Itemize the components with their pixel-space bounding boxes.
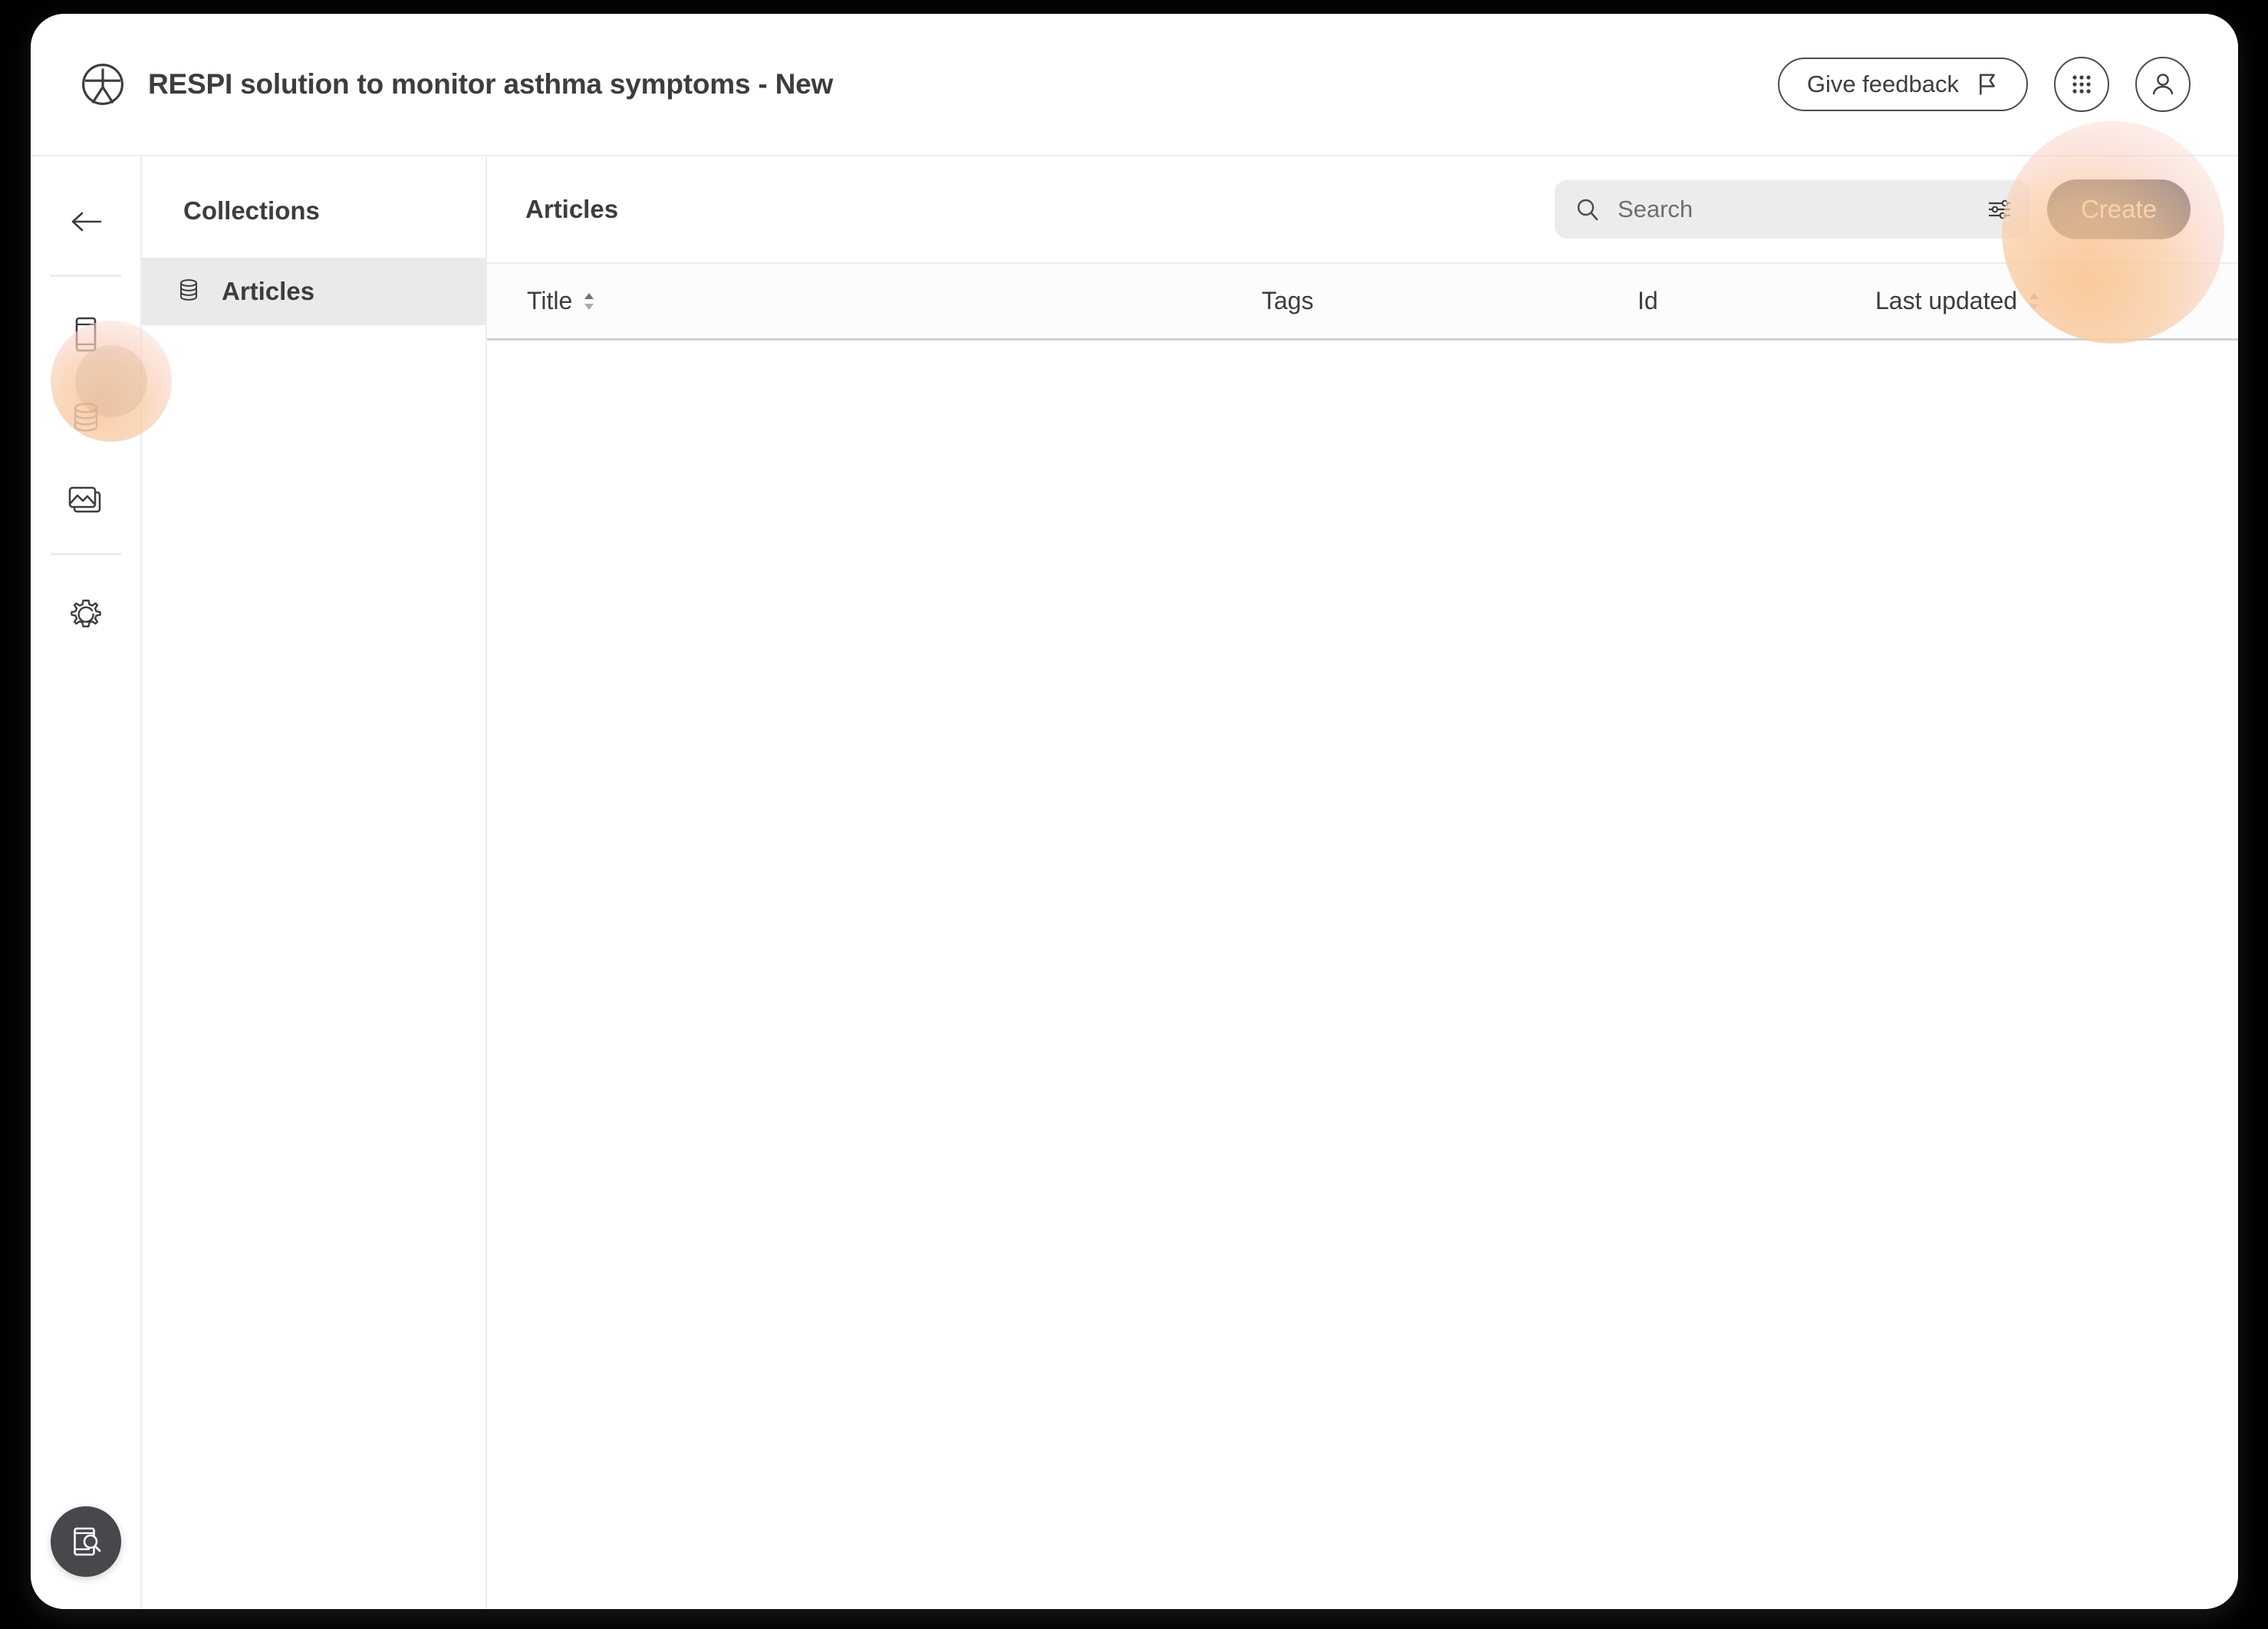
sliders-filter-icon[interactable] — [1986, 196, 2013, 222]
page-title: RESPI solution to monitor asthma symptom… — [148, 68, 834, 100]
flag-icon — [1980, 74, 1995, 95]
back-button[interactable] — [53, 189, 119, 255]
collections-list: Articles — [142, 258, 486, 325]
topbar-actions: Give feedback — [1777, 57, 2191, 112]
give-feedback-button[interactable]: Give feedback — [1777, 58, 2028, 111]
rail-divider-top — [50, 275, 121, 277]
top-bar: RESPI solution to monitor asthma symptom… — [31, 14, 2238, 156]
column-header-last-updated[interactable]: Last updated — [1875, 287, 2182, 315]
mobile-preview-search-icon — [73, 1527, 100, 1556]
column-header-tags-label: Tags — [1262, 287, 1314, 314]
brand: RESPI solution to monitor asthma symptom… — [81, 62, 833, 107]
column-header-id: Id — [1638, 287, 1875, 315]
preview-button[interactable] — [50, 1506, 121, 1577]
grid-dots-icon — [2072, 75, 2091, 94]
main-panel: Articles Search Create Title Tags Id Las… — [487, 156, 2238, 1609]
column-header-tags: Tags — [1262, 287, 1638, 315]
account-button[interactable] — [2135, 57, 2191, 112]
sidebar-item-media[interactable] — [53, 467, 119, 533]
toolbar-right: Create — [1554, 179, 2191, 239]
column-header-title-label: Title — [527, 287, 573, 314]
search-box[interactable] — [1554, 180, 2030, 239]
collection-item-articles[interactable]: Articles — [142, 258, 486, 325]
give-feedback-label: Give feedback — [1806, 71, 1959, 97]
apps-grid-button[interactable] — [2054, 57, 2109, 112]
sidebar-item-screens[interactable] — [53, 301, 119, 367]
database-icon — [74, 403, 97, 432]
table-header-row: Title Tags Id Last updated — [487, 264, 2238, 341]
sidebar-item-collections[interactable] — [53, 384, 119, 450]
search-input[interactable] — [1617, 196, 1969, 223]
arrow-left-icon — [71, 212, 101, 232]
database-icon — [180, 279, 197, 301]
sort-arrows-icon — [584, 292, 594, 310]
table-body-empty — [487, 341, 2238, 1537]
column-header-last-updated-label: Last updated — [1875, 287, 2018, 314]
sort-arrows-icon — [2029, 292, 2039, 310]
column-header-title[interactable]: Title — [487, 287, 1262, 315]
gear-icon — [70, 599, 101, 627]
sidebar-item-settings[interactable] — [53, 581, 119, 647]
collections-panel-title: Collections — [183, 196, 320, 225]
column-header-id-label: Id — [1638, 287, 1658, 314]
left-rail — [31, 156, 142, 1609]
circle-person-logo-icon — [82, 64, 123, 105]
collections-panel: Collections Articles — [142, 156, 487, 1609]
main-toolbar: Articles Search Create — [487, 156, 2238, 264]
collection-item-label: Articles — [222, 277, 315, 305]
mobile-screen-icon — [75, 317, 96, 352]
collection-heading: Articles — [525, 195, 619, 223]
create-button[interactable]: Create — [2046, 179, 2191, 239]
search-icon — [1577, 199, 1598, 221]
images-stack-icon — [68, 486, 100, 513]
app-window: RESPI solution to monitor asthma symptom… — [31, 14, 2238, 1609]
user-avatar-icon — [2152, 74, 2174, 95]
rail-divider-bottom — [50, 553, 121, 555]
